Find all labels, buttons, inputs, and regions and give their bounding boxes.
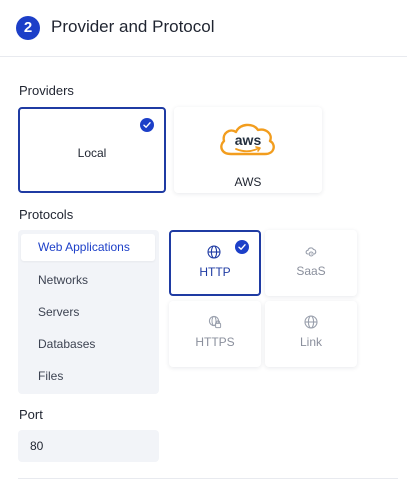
protocol-category-networks[interactable]: Networks [38, 273, 88, 287]
svg-text:aws: aws [235, 132, 262, 148]
section-header: 2 Provider and Protocol [0, 0, 407, 57]
protocol-card-label: Link [299, 335, 322, 349]
protocols-label: Protocols [19, 207, 74, 222]
protocol-category-servers[interactable]: Servers [38, 305, 79, 319]
aws-logo-icon: aws [220, 123, 275, 156]
provider-card-local[interactable]: Local [18, 107, 166, 193]
provider-name-local: Local [77, 146, 107, 160]
protocol-card-label: SaaS [296, 264, 326, 278]
step-number-badge: 2 [16, 16, 40, 40]
protocol-card-label: HTTPS [195, 335, 235, 349]
protocol-card-saas[interactable]: SaaS [265, 230, 357, 296]
section-title: Provider and Protocol [51, 17, 215, 36]
protocol-category-files[interactable]: Files [38, 369, 63, 383]
provider-card-aws[interactable]: aws AWS [174, 107, 322, 193]
protocol-category-databases[interactable]: Databases [38, 337, 95, 351]
protocol-card-link[interactable]: Link [265, 301, 357, 367]
protocol-card-https[interactable]: HTTPS [169, 301, 261, 367]
globe-lock-icon [208, 315, 222, 329]
selected-check-icon [235, 240, 249, 254]
providers-label: Providers [19, 83, 74, 98]
port-input[interactable] [18, 430, 159, 462]
port-label: Port [19, 407, 43, 422]
provider-name-aws: AWS [234, 175, 262, 189]
protocol-card-http[interactable]: HTTP [169, 230, 261, 296]
cloud-gear-icon [305, 247, 317, 257]
protocol-card-label: HTTP [199, 265, 231, 279]
globe-icon [207, 245, 221, 259]
globe-icon [304, 315, 318, 329]
selected-check-icon [140, 118, 154, 132]
protocol-category-web-applications[interactable]: Web Applications [21, 234, 155, 261]
